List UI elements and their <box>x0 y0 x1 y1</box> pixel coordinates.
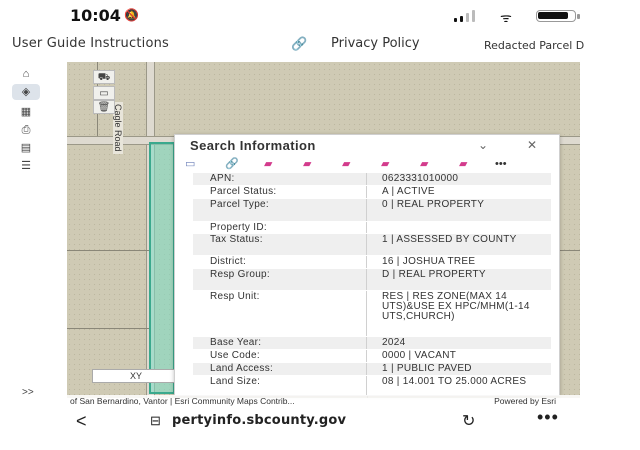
browser-toolbar: < ⊟ pertyinfo.sbcounty.gov ↻ ••• <box>0 407 640 450</box>
row-value: 0 | REAL PROPERTY <box>366 199 551 221</box>
popup-action-bar: ▭ 🔗 ▰ ▰ ▰ ▰ ▰ ▰ ••• <box>185 157 525 171</box>
row-label: Tax Status: <box>210 234 263 245</box>
search-information-popup: Search Information ⌄ ✕ ▭ 🔗 ▰ ▰ ▰ ▰ ▰ ▰ •… <box>174 134 560 396</box>
chevron-down-icon[interactable]: ⌄ <box>478 138 488 152</box>
row-label: APN: <box>210 173 235 184</box>
document-icon[interactable]: ▰ <box>381 157 389 171</box>
status-bar: 10:04 🔕 ᯤ <box>0 0 640 30</box>
table-row: Parcel Type: 0 | REAL PROPERTY <box>193 199 551 222</box>
row-label: Use Code: <box>210 350 260 361</box>
row-label: Resp Unit: <box>210 291 260 302</box>
powered-by-esri-link[interactable]: Powered by Esri <box>494 395 556 407</box>
document-icon[interactable]: ▰ <box>420 157 428 171</box>
battery-fill <box>538 12 568 19</box>
attribution-text: of San Bernardino, Vantor | Esri Communi… <box>70 396 295 406</box>
back-arrow-icon[interactable]: < <box>76 411 87 432</box>
row-value: 0623331010000 <box>366 173 551 185</box>
table-row: Use Code: 0000 | VACANT <box>193 350 551 363</box>
table-row: Parcel Status: A | ACTIVE <box>193 186 551 199</box>
privacy-policy-link[interactable]: Privacy Policy <box>331 36 420 51</box>
status-time: 10:04 <box>70 6 121 25</box>
link-icon[interactable]: 🔗 <box>225 157 239 171</box>
row-label: Resp Group: <box>210 269 270 280</box>
url-bar[interactable]: pertyinfo.sbcounty.gov <box>172 413 346 428</box>
table-row: APN: 0623331010000 <box>193 173 551 186</box>
more-icon[interactable]: ••• <box>495 157 507 171</box>
basemap-gallery-icon[interactable]: ▦ <box>12 104 40 120</box>
table-row: Resp Unit: RES | RES ZONE(MAX 14 UTS)&US… <box>193 291 551 337</box>
expand-toolbar-icon[interactable]: >> <box>22 387 34 398</box>
table-row: Tax Status: 1 | ASSESSED BY COUNTY <box>193 234 551 256</box>
table-row: District: 16 | JOSHUA TREE <box>193 256 551 269</box>
signal-icon <box>454 10 484 22</box>
tabs-icon[interactable]: ⊟ <box>150 413 161 429</box>
row-label: District: <box>210 256 247 267</box>
row-value: 0000 | VACANT <box>366 350 551 362</box>
row-label: Land Access: <box>210 363 274 374</box>
attribute-table: APN: 0623331010000 Parcel Status: A | AC… <box>193 173 551 395</box>
table-row: Resp Group: D | REAL PROPERTY <box>193 269 551 291</box>
left-toolbar: ⌂ ◈ ▦ ⎙ ▤ ☰ >> <box>0 62 62 402</box>
parcel-boundary <box>67 328 149 329</box>
row-label: Base Year: <box>210 337 262 348</box>
list-icon[interactable]: ☰ <box>12 158 40 174</box>
table-row: Property ID: <box>193 222 551 234</box>
row-value: 1 | PUBLIC PAVED <box>366 363 551 375</box>
wifi-icon: ᯤ <box>500 11 512 26</box>
row-value: 08 | 14.001 TO 25.000 ACRES <box>366 376 551 395</box>
trash-icon[interactable]: 🗑 <box>93 100 115 114</box>
row-label: Parcel Status: <box>210 186 277 197</box>
document-icon[interactable]: ▰ <box>303 157 311 171</box>
home-icon[interactable]: ⌂ <box>12 66 40 82</box>
row-value: 1 | ASSESSED BY COUNTY <box>366 234 551 255</box>
row-value: 2024 <box>366 337 551 349</box>
document-icon[interactable]: ▰ <box>459 157 467 171</box>
row-label: Land Size: <box>210 376 261 387</box>
print-icon[interactable]: ⎙ <box>12 122 40 138</box>
battery-icon <box>536 10 580 22</box>
table-row: Land Access: 1 | PUBLIC PAVED <box>193 363 551 376</box>
close-icon[interactable]: ✕ <box>527 138 537 152</box>
reload-icon[interactable]: ↻ <box>462 411 475 431</box>
table-row: Land Size: 08 | 14.001 TO 25.000 ACRES <box>193 376 551 395</box>
row-value: D | REAL PROPERTY <box>366 269 551 290</box>
map-attribution: of San Bernardino, Vantor | Esri Communi… <box>67 395 580 407</box>
document-icon[interactable]: ▰ <box>264 157 272 171</box>
xy-coordinate-box[interactable]: XY <box>92 369 180 383</box>
table-icon[interactable]: ▤ <box>12 140 40 156</box>
row-value: 16 | JOSHUA TREE <box>366 256 551 268</box>
layers-icon[interactable]: ◈ <box>12 84 40 100</box>
row-label: Parcel Type: <box>210 199 270 210</box>
popup-title: Search Information <box>190 138 316 153</box>
row-value <box>366 222 551 233</box>
top-links: User Guide Instructions 🔗 Privacy Policy… <box>0 32 640 54</box>
more-options-icon[interactable]: ••• <box>537 407 559 428</box>
user-guide-link[interactable]: User Guide Instructions <box>12 36 169 51</box>
link-icon: 🔗 <box>291 36 308 51</box>
car-icon[interactable]: ⛟ <box>93 70 115 84</box>
card-icon[interactable]: ▭ <box>185 157 195 171</box>
document-icon[interactable]: ▰ <box>342 157 350 171</box>
row-value: A | ACTIVE <box>366 186 551 198</box>
bell-muted-icon: 🔕 <box>124 8 139 22</box>
parcel-boundary <box>67 250 149 251</box>
row-label: Property ID: <box>210 222 267 233</box>
table-row: Base Year: 2024 <box>193 337 551 350</box>
row-value: RES | RES ZONE(MAX 14 UTS)&USE EX HPC/MH… <box>366 291 551 336</box>
measure-icon[interactable]: ▭ <box>93 86 115 100</box>
redacted-parcel-link[interactable]: Redacted Parcel D <box>484 39 584 52</box>
selected-parcel[interactable] <box>149 142 175 394</box>
